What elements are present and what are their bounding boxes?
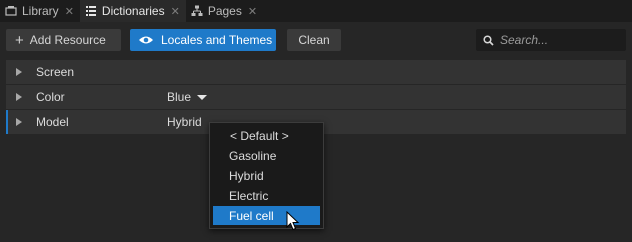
- library-icon: [5, 6, 17, 16]
- tab-pages-label: Pages: [207, 4, 242, 18]
- dropdown-option-gasoline[interactable]: Gasoline: [213, 146, 320, 165]
- locales-and-themes-button[interactable]: Locales and Themes: [130, 29, 276, 51]
- toolbar: + Add Resource Locales and Themes Clean: [0, 22, 632, 60]
- expand-arrow-icon[interactable]: [16, 93, 22, 101]
- dropdown-option-hybrid[interactable]: Hybrid: [213, 166, 320, 185]
- clean-label: Clean: [298, 33, 330, 47]
- close-icon[interactable]: ✕: [65, 5, 74, 18]
- property-row-color[interactable]: Color Blue: [6, 85, 626, 110]
- tab-library-label: Library: [22, 4, 59, 18]
- model-value: Hybrid: [167, 115, 202, 129]
- property-label: Color: [36, 90, 65, 104]
- expand-arrow-icon[interactable]: [16, 68, 22, 76]
- model-value-select[interactable]: Hybrid: [167, 115, 202, 129]
- clean-button[interactable]: Clean: [287, 29, 341, 51]
- tab-dictionaries-label: Dictionaries: [101, 4, 165, 18]
- tab-library[interactable]: Library ✕: [0, 0, 80, 22]
- eye-icon: [139, 36, 153, 44]
- property-label: Model: [36, 115, 69, 129]
- dropdown-option-fuel-cell[interactable]: Fuel cell: [213, 206, 320, 225]
- plus-icon: +: [15, 31, 24, 49]
- mouse-cursor-icon: [286, 211, 300, 231]
- search-icon: [483, 34, 494, 46]
- property-label: Screen: [36, 65, 75, 79]
- tab-dictionaries[interactable]: Dictionaries ✕: [79, 0, 186, 22]
- close-icon[interactable]: ✕: [248, 5, 257, 18]
- expand-arrow-icon[interactable]: [16, 118, 22, 126]
- pages-icon: [191, 5, 203, 16]
- tab-pages[interactable]: Pages ✕: [186, 0, 263, 22]
- chevron-down-icon: [197, 94, 208, 100]
- tab-bar: Library ✕ Dictionaries ✕ Pages ✕: [0, 0, 632, 22]
- model-dropdown-list: < Default > Gasoline Hybrid Electric Fue…: [209, 122, 324, 229]
- add-resource-label: Add Resource: [29, 33, 106, 47]
- dictionaries-icon: [85, 6, 96, 16]
- dropdown-option-electric[interactable]: Electric: [213, 186, 320, 205]
- color-value-select[interactable]: Blue: [167, 90, 208, 104]
- search-input[interactable]: [500, 33, 610, 47]
- locales-and-themes-label: Locales and Themes: [161, 33, 273, 47]
- dropdown-option-default[interactable]: < Default >: [213, 126, 320, 145]
- close-icon[interactable]: ✕: [171, 5, 180, 18]
- search-box[interactable]: [476, 29, 626, 51]
- add-resource-button[interactable]: + Add Resource: [6, 29, 121, 51]
- color-value: Blue: [167, 90, 192, 104]
- property-row-screen[interactable]: Screen: [6, 60, 626, 85]
- selection-indicator: [6, 110, 8, 134]
